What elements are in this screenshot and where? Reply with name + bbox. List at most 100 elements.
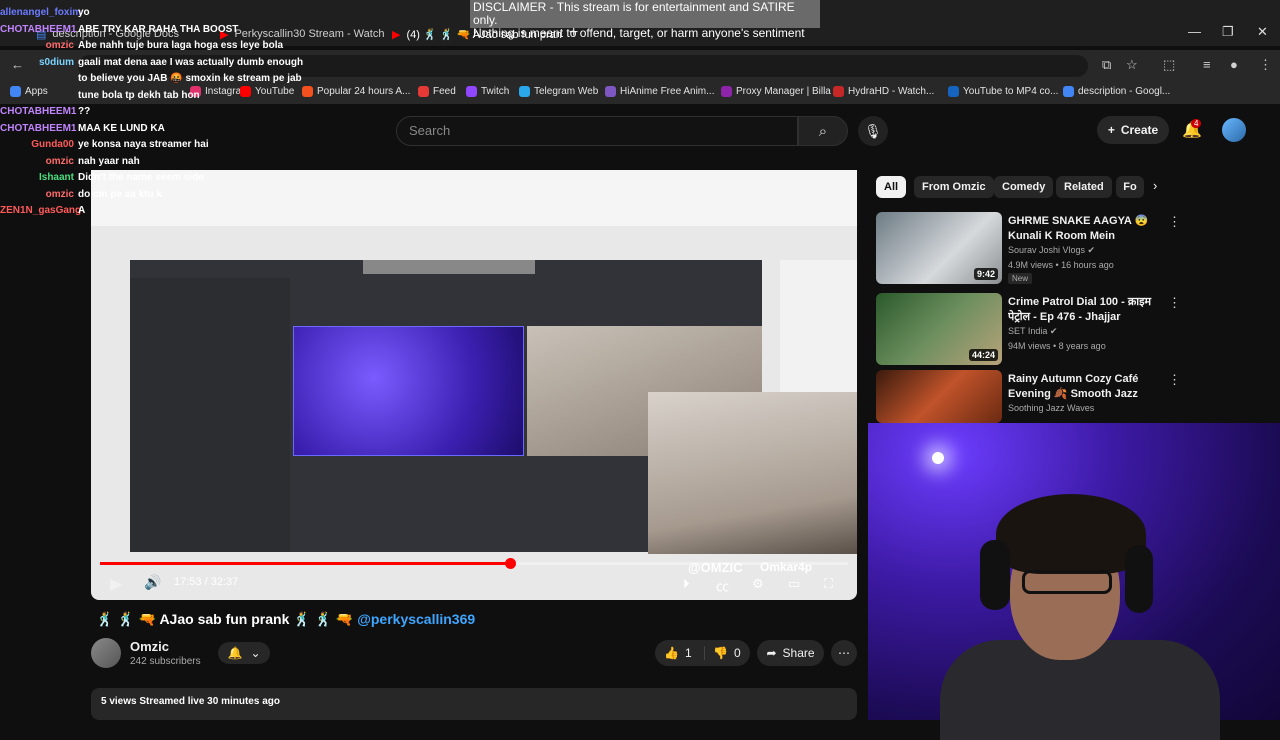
bookmark-yt-mp4[interactable]: YouTube to MP4 co... bbox=[948, 86, 1058, 97]
bookmark-feed[interactable]: Feed bbox=[418, 86, 456, 97]
search-icon: ⌕ bbox=[818, 122, 828, 140]
recommendation-channel[interactable]: SET India ✔ bbox=[1008, 326, 1057, 337]
chat-text: nah yaar nah bbox=[78, 155, 140, 167]
disclaimer-banner: DISCLAIMER - This stream is for entertai… bbox=[470, 0, 820, 40]
description-box[interactable]: 5 views Streamed live 30 minutes ago bbox=[91, 688, 857, 720]
bookmark-star-icon[interactable]: ☆ bbox=[1126, 57, 1138, 73]
new-badge: New bbox=[1008, 273, 1033, 284]
search-button[interactable]: ⌕ bbox=[798, 116, 848, 146]
bookmark-hydrahd[interactable]: HydraHD - Watch... bbox=[833, 86, 934, 97]
video-thumbnail[interactable]: 9:42 bbox=[876, 212, 1002, 284]
disclaimer-line: Nothing is meant to offend, target, or h… bbox=[473, 26, 805, 40]
recommendation-title[interactable]: Rainy Autumn Cozy Café Evening 🍂 Smooth … bbox=[1008, 372, 1158, 402]
recommendation-meta: 4.9M views • 16 hours ago bbox=[1008, 260, 1114, 270]
youtube-icon: ▶ bbox=[392, 28, 401, 41]
chat-username: omzic bbox=[45, 40, 74, 51]
chat-username: omzic bbox=[45, 155, 74, 167]
chevron-right-icon[interactable]: › bbox=[1153, 178, 1157, 193]
extensions-icon[interactable]: ⬚ bbox=[1163, 57, 1175, 73]
chip-truncated[interactable]: Fo bbox=[1116, 176, 1144, 198]
bookmark-description[interactable]: description - Googl... bbox=[1063, 86, 1170, 97]
recommendation-title[interactable]: Crime Patrol Dial 100 - क्राइम पेट्रोल -… bbox=[1008, 295, 1158, 325]
volume-icon[interactable]: 🔊 bbox=[144, 574, 161, 591]
chat-message: omzic nah yaar nah bbox=[0, 154, 320, 171]
ellipsis-icon: ⋯ bbox=[838, 646, 850, 660]
player-time: 17:53 / 32:37 bbox=[174, 576, 239, 588]
bookmark-twitch[interactable]: Twitch bbox=[466, 86, 509, 97]
chat-message: Gunda00 ye konsa naya streamer hai bbox=[0, 137, 320, 154]
recommendation-item[interactable]: 9:42 GHRME SNAKE AAGYA 😨 Kunali K Room M… bbox=[876, 212, 1181, 286]
profile-icon[interactable]: ● bbox=[1230, 57, 1238, 72]
kebab-menu-icon[interactable]: ⋮ bbox=[1168, 214, 1181, 230]
kebab-menu-icon[interactable]: ⋮ bbox=[1259, 57, 1272, 73]
chat-message: CHOTABHEEM1 MAA KE LUND KA bbox=[0, 121, 320, 138]
docs-icon bbox=[1063, 86, 1074, 97]
chat-username: CHOTABHEEM1 bbox=[0, 122, 77, 134]
chat-message: to believe you JAB 🤬 smoxin ke stream pe… bbox=[0, 71, 320, 88]
cast-icon[interactable]: ⧉ bbox=[1102, 57, 1111, 73]
video-thumbnail[interactable] bbox=[876, 370, 1002, 423]
video-content-webcam-3 bbox=[648, 392, 857, 554]
captions-icon[interactable]: ㏄ bbox=[716, 576, 729, 595]
thumbs-down-icon: 👎 bbox=[713, 646, 728, 660]
close-window-icon[interactable]: ✕ bbox=[1257, 24, 1268, 40]
chat-username: CHOTABHEEM1 bbox=[0, 23, 77, 35]
bookmark-hianime[interactable]: HiAnime Free Anim... bbox=[605, 86, 714, 97]
bookmark-telegram[interactable]: Telegram Web bbox=[519, 86, 598, 97]
chat-message: allenangel_foximyo bbox=[0, 5, 320, 22]
create-button[interactable]: + Create bbox=[1097, 116, 1169, 144]
duration-badge: 44:24 bbox=[968, 349, 998, 361]
kebab-menu-icon[interactable]: ⋮ bbox=[1168, 295, 1181, 311]
restore-icon[interactable]: ❐ bbox=[1222, 24, 1234, 40]
video-thumbnail[interactable]: 44:24 bbox=[876, 293, 1002, 365]
bookmark-proxy-manager[interactable]: Proxy Manager | Billa bbox=[721, 86, 831, 97]
recommendation-title[interactable]: GHRME SNAKE AAGYA 😨 Kunali K Room Mein bbox=[1008, 214, 1158, 243]
fullscreen-icon[interactable]: ⛶ bbox=[824, 576, 833, 592]
minimize-icon[interactable]: — bbox=[1188, 24, 1201, 39]
recommendation-item[interactable]: Rainy Autumn Cozy Café Evening 🍂 Smooth … bbox=[876, 370, 1176, 423]
video-content-sidebar bbox=[130, 278, 290, 552]
stream-chat-overlay: allenangel_foximyo CHOTABHEEM1 ABE TRY KAR… bbox=[0, 5, 320, 220]
subscription-bell-button[interactable]: 🔔 ⌄ bbox=[218, 642, 270, 664]
play-icon[interactable]: ▶ bbox=[110, 574, 122, 594]
more-actions-button[interactable]: ⋯ bbox=[831, 640, 857, 666]
disclaimer-line: DISCLAIMER - This stream is for entertai… bbox=[473, 0, 795, 27]
chat-text: ABE TRY KAR RAHA THA BOOST bbox=[78, 23, 239, 35]
chat-username: s0dium bbox=[38, 56, 74, 68]
recommendation-meta: 94M views • 8 years ago bbox=[1008, 341, 1106, 351]
video-content-webcam-1 bbox=[293, 326, 524, 456]
feed-icon bbox=[418, 86, 429, 97]
share-button[interactable]: ➦ Share bbox=[757, 640, 824, 666]
settings-gear-icon[interactable]: ⚙ bbox=[752, 576, 764, 592]
microphone-icon: 🎙 bbox=[864, 122, 882, 139]
chip-related[interactable]: Related bbox=[1056, 176, 1112, 198]
progress-bar-fill bbox=[100, 562, 510, 565]
search-input[interactable]: Search bbox=[396, 116, 798, 146]
recommendation-channel[interactable]: Soothing Jazz Waves bbox=[1008, 403, 1094, 413]
channel-avatar[interactable] bbox=[91, 638, 121, 668]
theater-mode-icon[interactable]: ▭ bbox=[788, 576, 800, 592]
recommendation-item[interactable]: 44:24 Crime Patrol Dial 100 - क्राइम पेट… bbox=[876, 293, 1181, 367]
recommendation-channel[interactable]: Sourav Joshi Vlogs ✔ bbox=[1008, 245, 1095, 256]
channel-name[interactable]: Omzic bbox=[130, 639, 169, 654]
converter-icon bbox=[948, 86, 959, 97]
chat-username: omzic bbox=[45, 188, 74, 200]
chip-comedy[interactable]: Comedy bbox=[994, 176, 1054, 198]
voice-search-button[interactable]: 🎙 bbox=[858, 116, 888, 146]
progress-scrubber-handle[interactable] bbox=[505, 558, 516, 569]
streamer-glasses bbox=[1022, 570, 1112, 594]
kebab-menu-icon[interactable]: ⋮ bbox=[1168, 372, 1176, 388]
account-avatar[interactable] bbox=[1222, 118, 1246, 142]
chat-text: to believe you JAB 🤬 smoxin ke stream pe… bbox=[78, 73, 302, 84]
hydrahd-icon bbox=[833, 86, 844, 97]
thumbs-up-icon: 👍 bbox=[664, 646, 679, 660]
media-icon[interactable]: ≡ bbox=[1203, 57, 1211, 72]
channel-mention-link[interactable]: @perkyscallin369 bbox=[357, 611, 475, 627]
chip-all[interactable]: All bbox=[876, 176, 907, 198]
chip-from-omzic[interactable]: From Omzic bbox=[914, 176, 994, 198]
like-button[interactable]: 👍 1 bbox=[655, 646, 705, 660]
subscriber-count: 242 subscribers bbox=[130, 656, 201, 667]
dislike-button[interactable]: 👎 0 bbox=[705, 646, 741, 660]
autoplay-toggle-icon[interactable]: ⏵ bbox=[683, 576, 690, 592]
plus-icon: + bbox=[1107, 123, 1115, 137]
